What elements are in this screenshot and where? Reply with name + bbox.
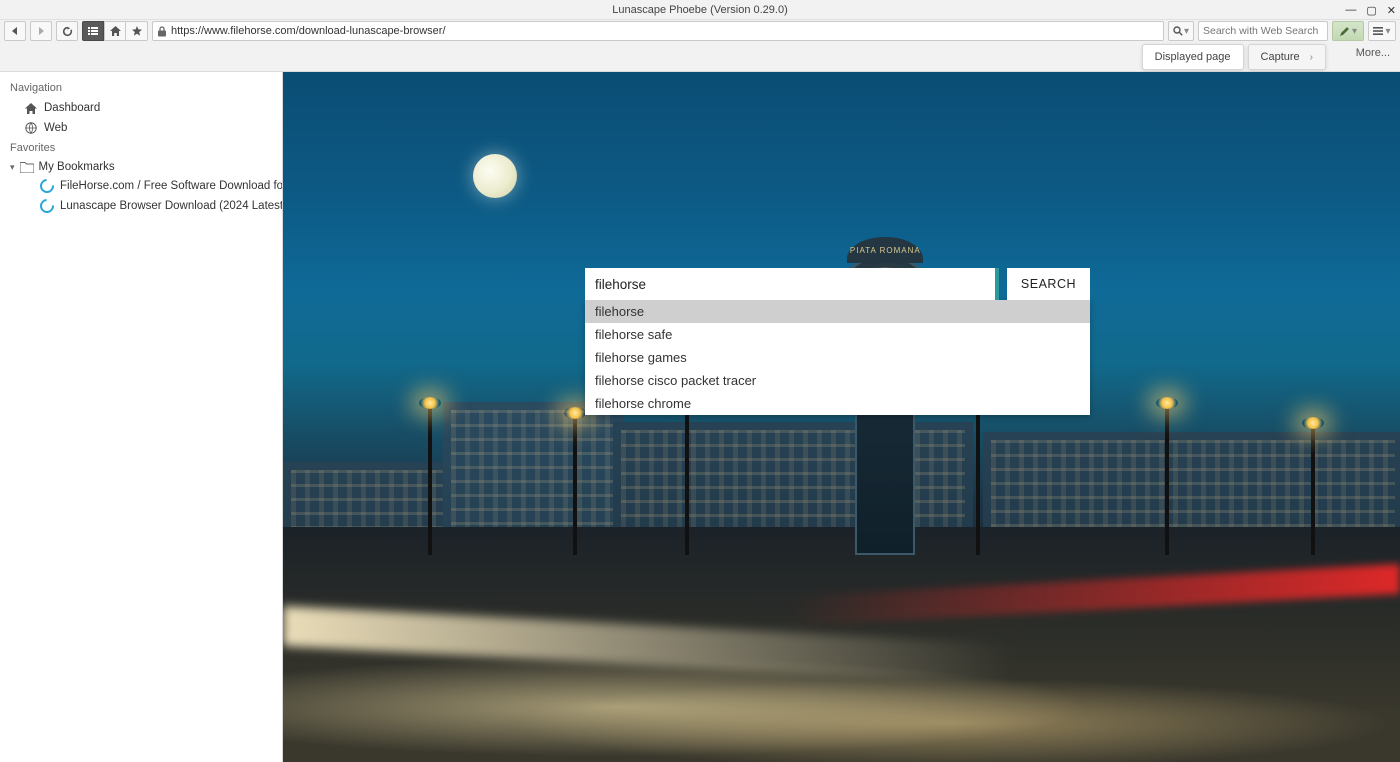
bg-moon [473,154,517,198]
search-box[interactable] [1198,21,1328,41]
suggestion-item[interactable]: filehorse cisco packet tracer [585,369,1090,392]
window-controls: — ▢ ✕ [1345,0,1396,20]
my-bookmarks-folder[interactable]: ▾ My Bookmarks [0,158,282,176]
view-list-button[interactable] [82,21,104,41]
more-link[interactable]: More... [1356,47,1390,59]
reload-button[interactable] [56,21,78,41]
chevron-down-icon: ▾ [1352,26,1357,37]
body: Navigation Dashboard Web Favorites ▾ My … [0,72,1400,762]
watermark: filehorse.com [12,718,158,750]
bookmark-button[interactable] [126,21,148,41]
folder-label: My Bookmarks [39,161,115,173]
bg-lamp [1311,425,1315,555]
site-icon [37,176,57,196]
suggestion-item[interactable]: filehorse games [585,346,1090,369]
page-search-box[interactable] [585,268,999,300]
suggestion-item[interactable]: filehorse [585,300,1090,323]
chevron-down-icon: ▾ [1385,26,1390,37]
sidebar-item-label: Web [44,122,67,134]
suggestion-item[interactable]: filehorse safe [585,323,1090,346]
suggestion-item[interactable]: filehorse chrome [585,392,1090,415]
pencil-icon [1339,26,1350,37]
title-bar: Lunascape Phoebe (Version 0.29.0) — ▢ ✕ [0,0,1400,20]
capture-label: Capture [1261,51,1300,63]
bg-lamp [573,415,577,555]
bookmark-item-filehorse[interactable]: FileHorse.com / Free Software Download f… [0,176,282,196]
fav-heading: Favorites [0,138,282,158]
minimize-button[interactable]: — [1345,4,1356,16]
app-window: Lunascape Phoebe (Version 0.29.0) — ▢ ✕ … [0,0,1400,762]
screenshot-tool-button[interactable]: ▾ [1332,21,1364,41]
displayed-page-label: Displayed page [1155,51,1231,63]
search-icon [1173,26,1183,36]
folder-icon [20,162,34,173]
sidebar-item-dashboard[interactable]: Dashboard [0,98,282,118]
search-input[interactable] [1203,25,1338,37]
forward-button[interactable] [30,21,52,41]
lock-icon [157,26,167,37]
capture-option[interactable]: Capture › [1248,44,1326,70]
clock-arch-text: PIATA ROMANA [847,237,923,263]
nav-heading: Navigation [0,78,282,98]
view-mode-group [82,21,148,41]
suggestions-dropdown: filehorse filehorse safe filehorse games… [585,300,1090,415]
secondary-bar: Displayed page Capture › More... [0,42,1400,72]
home-icon [24,101,38,115]
close-button[interactable]: ✕ [1387,4,1396,17]
bookmark-label: FileHorse.com / Free Software Download f… [60,180,282,192]
bookmark-label: Lunascape Browser Download (2024 Latest) [60,200,282,212]
chevron-down-icon: ▾ [1184,26,1189,37]
search-scope-button[interactable]: ▾ [1168,21,1194,41]
maximize-button[interactable]: ▢ [1366,4,1376,17]
hamburger-icon [1373,27,1383,35]
page-search-input[interactable] [595,277,985,292]
chevron-down-icon: ▾ [10,162,15,173]
site-icon [37,196,57,216]
sidebar-item-web[interactable]: Web [0,118,282,138]
page-search-widget: SEARCH filehorse filehorse safe filehors… [585,268,1090,415]
sidebar-item-label: Dashboard [44,102,100,114]
window-title: Lunascape Phoebe (Version 0.29.0) [612,4,788,16]
capture-popover: Displayed page Capture › [1142,44,1326,70]
bg-lamp [1165,405,1169,555]
back-button[interactable] [4,21,26,41]
bg-lamp [428,405,432,555]
toolbar: ▾ ▾ ▾ [0,20,1400,42]
content-area: PIATA ROMANA SEARCH filehorse filehorse … [283,72,1400,762]
home-button[interactable] [104,21,126,41]
address-bar[interactable] [152,21,1164,41]
displayed-page-option[interactable]: Displayed page [1142,44,1244,70]
menu-button[interactable]: ▾ [1368,21,1396,41]
globe-icon [24,121,38,135]
url-input[interactable] [171,25,1159,37]
page-search-button[interactable]: SEARCH [1007,268,1090,300]
bookmark-item-lunascape[interactable]: Lunascape Browser Download (2024 Latest) [0,196,282,216]
chevron-right-icon: › [1310,52,1313,63]
sidebar: Navigation Dashboard Web Favorites ▾ My … [0,72,283,762]
